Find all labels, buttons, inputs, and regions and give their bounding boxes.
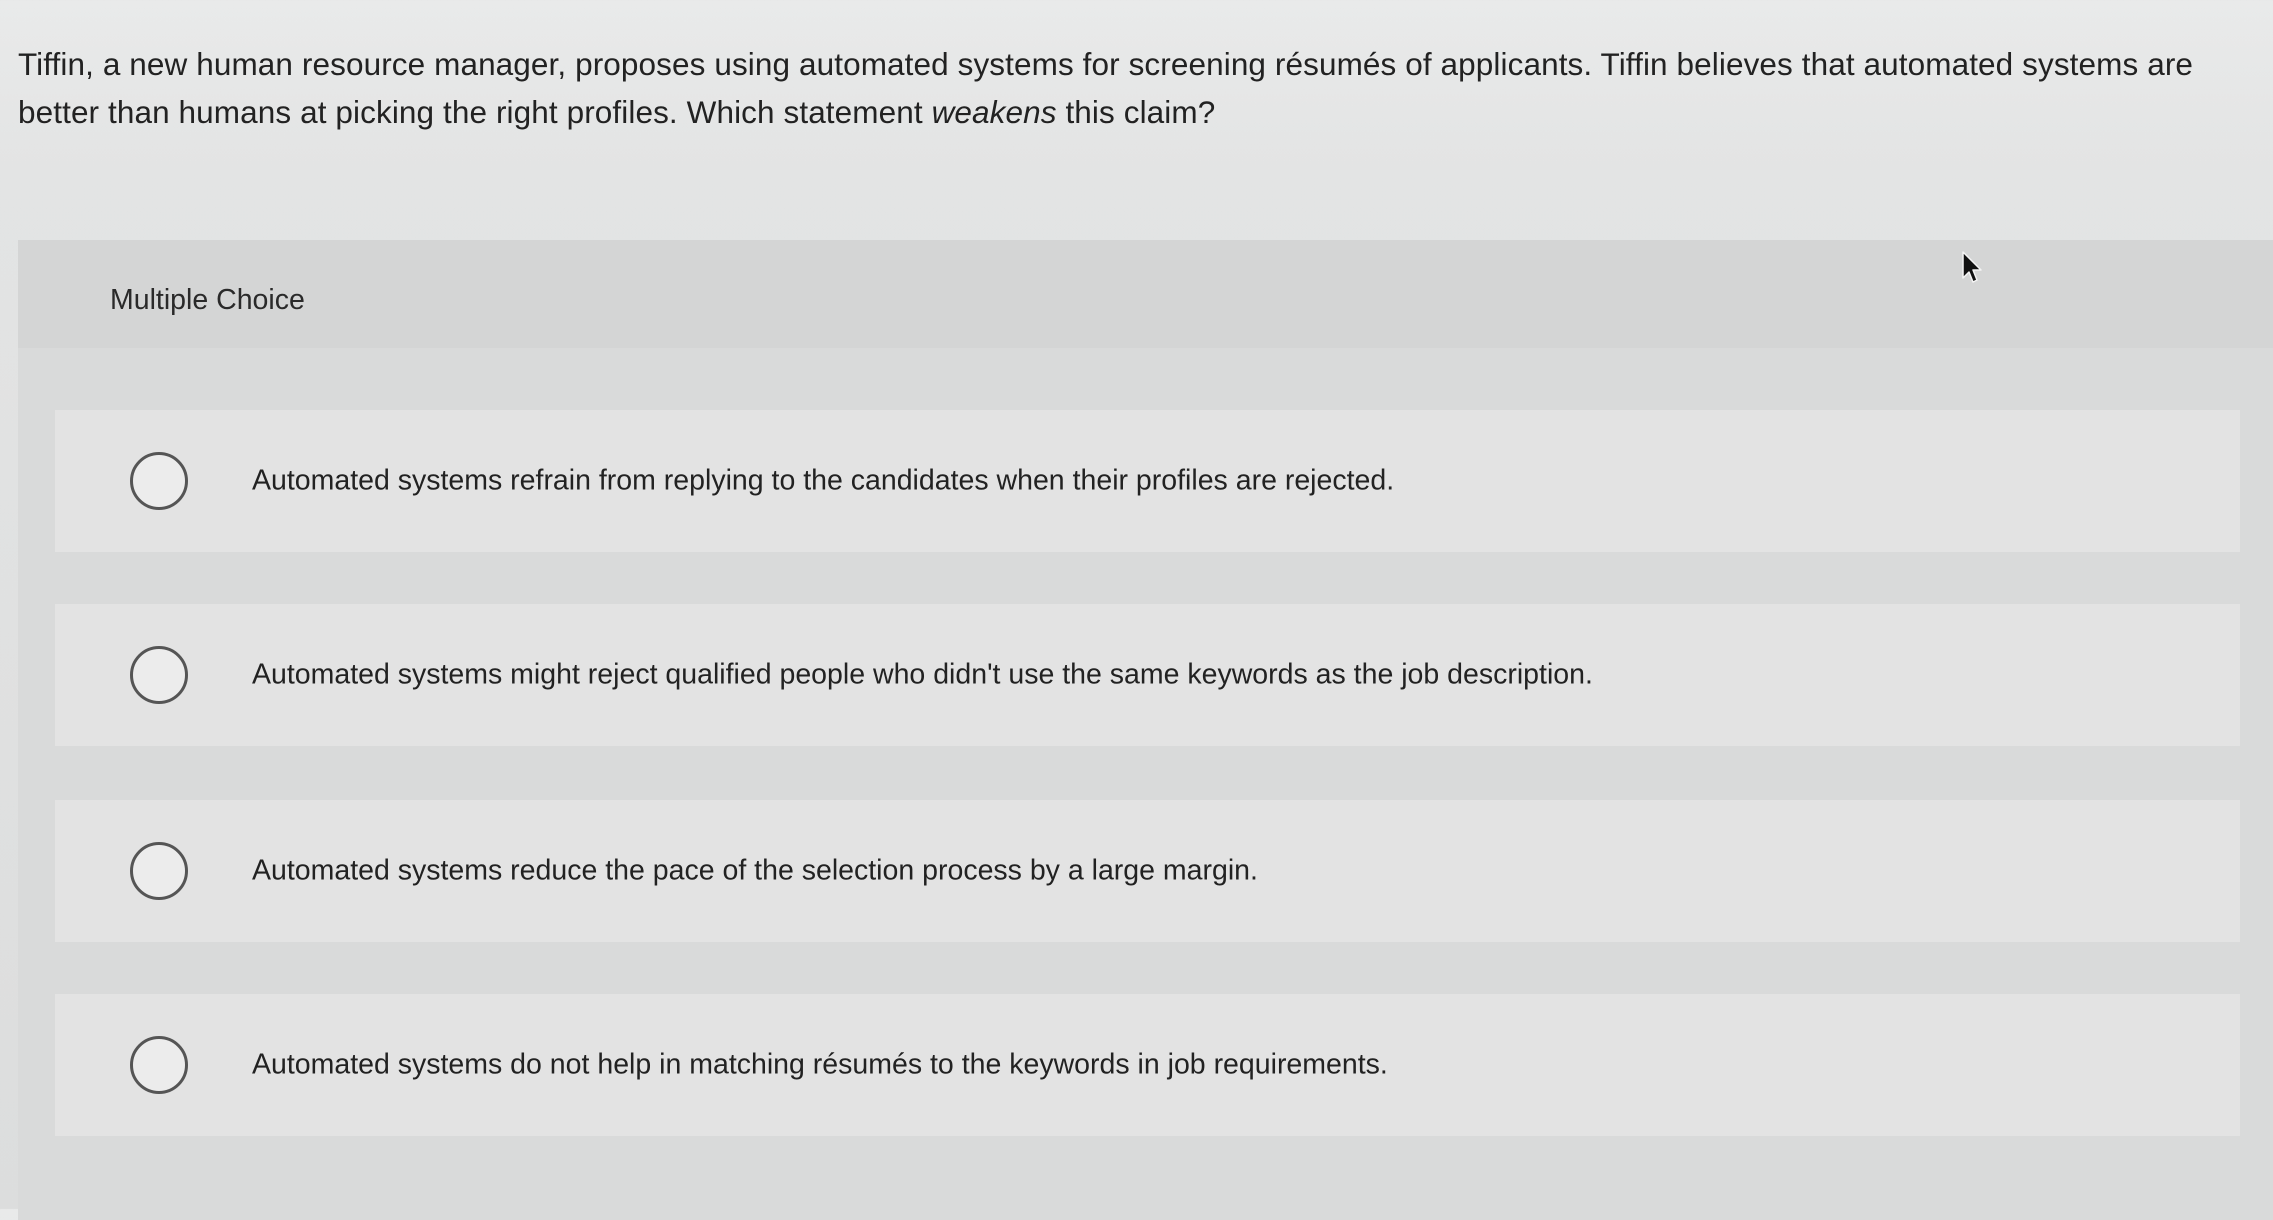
mouse-pointer-icon — [1962, 251, 1982, 283]
question-emphasis: weakens — [931, 94, 1057, 130]
radio-button-icon[interactable] — [130, 842, 188, 900]
panel-header: Multiple Choice — [18, 240, 2273, 348]
answer-option-label[interactable]: Automated systems do not help in matchin… — [252, 1049, 1388, 1082]
radio-button-icon[interactable] — [130, 452, 188, 510]
answer-option-2[interactable]: Automated systems might reject qualified… — [55, 604, 2240, 746]
answer-option-4[interactable]: Automated systems do not help in matchin… — [55, 994, 2240, 1136]
answer-option-label[interactable]: Automated systems reduce the pace of the… — [252, 855, 1258, 888]
answer-option-label[interactable]: Automated systems might reject qualified… — [252, 659, 1593, 692]
answer-option-label[interactable]: Automated systems refrain from replying … — [252, 465, 1394, 498]
question-text-after: this claim? — [1056, 94, 1216, 130]
radio-button-icon[interactable] — [130, 646, 188, 704]
question-text: Tiffin, a new human resource manager, pr… — [18, 40, 2258, 136]
answer-option-1[interactable]: Automated systems refrain from replying … — [55, 410, 2240, 552]
radio-button-icon[interactable] — [130, 1036, 188, 1094]
question-type-label: Multiple Choice — [110, 284, 305, 316]
answer-option-3[interactable]: Automated systems reduce the pace of the… — [55, 800, 2240, 942]
